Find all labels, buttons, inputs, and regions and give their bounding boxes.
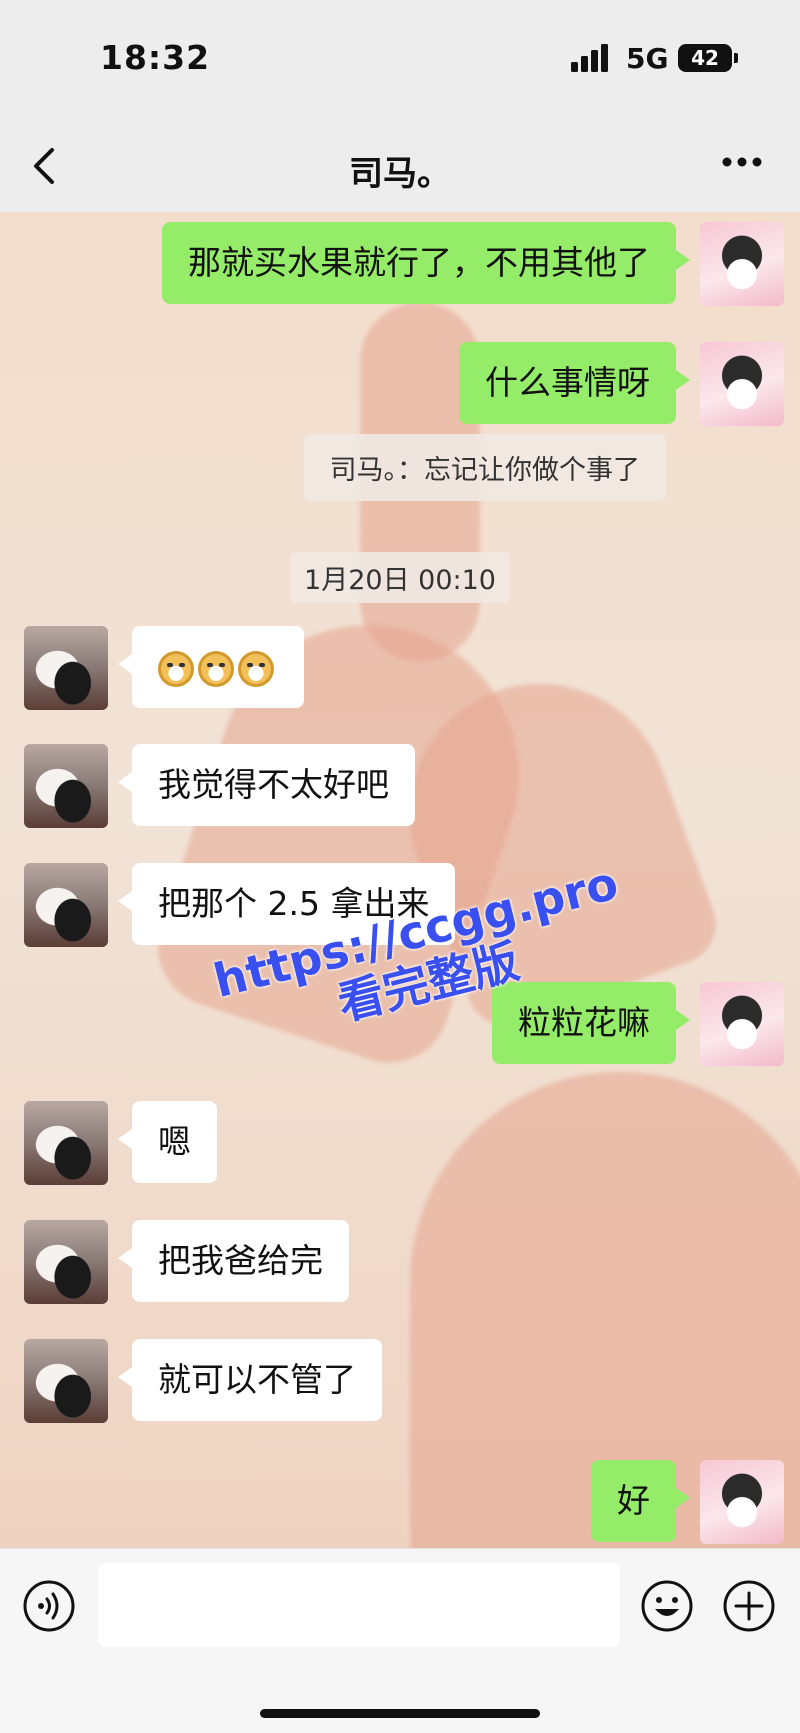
message-row-received: 把我爸给完 [24, 1220, 349, 1304]
message-bubble[interactable]: 那就买水果就行了，不用其他了 [162, 222, 690, 304]
message-row-sent: 粒粒花嘛 [492, 982, 784, 1066]
contact-avatar[interactable] [24, 1339, 108, 1423]
doge-emoji-icon [158, 650, 194, 687]
message-bubble[interactable]: 我觉得不太好吧 [118, 744, 415, 826]
contact-avatar[interactable] [24, 1220, 108, 1304]
contact-avatar[interactable] [24, 1101, 108, 1185]
emoji-icon[interactable] [640, 1579, 694, 1633]
message-bubble[interactable]: 粒粒花嘛 [492, 982, 690, 1064]
contact-avatar[interactable] [24, 626, 108, 710]
message-row-sent: 那就买水果就行了，不用其他了 [162, 222, 784, 306]
message-row-sent: 好 [591, 1460, 784, 1544]
status-bar: 18:32 5G 42 [0, 0, 800, 118]
message-bubble[interactable]: 好 [591, 1460, 690, 1542]
input-bar [0, 1548, 800, 1733]
doge-emoji-icon [238, 650, 274, 687]
network-label: 5G [626, 42, 669, 75]
emoji-bubble[interactable] [118, 626, 304, 708]
message-row-received: 就可以不管了 [24, 1339, 382, 1423]
doge-emoji-icon [198, 650, 234, 687]
quoted-message[interactable]: 司马。：忘记让你做个事了 [303, 434, 666, 501]
message-bubble[interactable]: 把那个 2.5 拿出来 [117, 863, 456, 945]
message-row-received [24, 626, 304, 710]
message-bubble[interactable]: 嗯 [118, 1101, 217, 1183]
message-row-received: 把那个 2.5 拿出来 [24, 863, 456, 947]
more-icon[interactable] [722, 156, 762, 168]
my-avatar[interactable] [700, 1460, 784, 1544]
message-row-sent: 什么事情呀 [459, 342, 784, 426]
voice-icon[interactable] [22, 1579, 76, 1633]
battery-icon: 42 [678, 44, 738, 72]
message-bubble[interactable]: 什么事情呀 [459, 342, 690, 424]
contact-avatar[interactable] [24, 744, 108, 828]
signal-icon [571, 44, 608, 72]
home-indicator [260, 1709, 540, 1718]
timestamp: 1月20日 00:10 [0, 552, 800, 603]
plus-icon[interactable] [722, 1579, 776, 1633]
message-row-received: 我觉得不太好吧 [24, 744, 415, 828]
status-time: 18:32 [100, 38, 211, 77]
my-avatar[interactable] [700, 982, 784, 1066]
my-avatar[interactable] [700, 342, 784, 426]
timestamp-label: 1月20日 00:10 [290, 552, 510, 603]
nav-bar: 司马。 [0, 118, 800, 212]
contact-avatar[interactable] [24, 863, 108, 947]
chat-title: 司马。 [349, 154, 451, 194]
my-avatar[interactable] [700, 222, 784, 306]
message-bubble[interactable]: 就可以不管了 [118, 1339, 382, 1421]
message-bubble[interactable]: 把我爸给完 [118, 1220, 349, 1302]
message-row-received: 嗯 [24, 1101, 217, 1185]
message-input[interactable] [98, 1563, 620, 1647]
chat-area[interactable]: 那就买水果就行了，不用其他了 什么事情呀 司马。：忘记让你做个事了 1月20日 … [0, 212, 800, 1548]
